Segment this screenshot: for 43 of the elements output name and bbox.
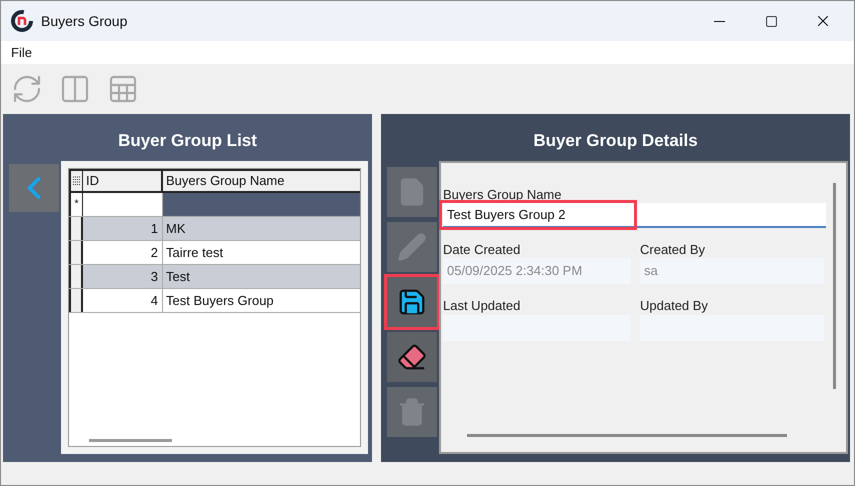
save-button[interactable] xyxy=(387,277,437,327)
app-logo-icon xyxy=(11,10,33,32)
table-cell-text: Tairre test xyxy=(165,244,224,262)
eraser-button[interactable] xyxy=(387,332,437,382)
field-label: Last Updated xyxy=(443,297,520,315)
table-cell: 4 xyxy=(83,289,163,312)
table-cell-text: Test xyxy=(165,268,191,286)
panel-title: Buyer Group Details xyxy=(532,130,699,152)
field-label: Updated By xyxy=(640,297,708,315)
save-icon xyxy=(397,287,427,317)
row-selector[interactable] xyxy=(69,289,83,312)
menu-item[interactable]: File xyxy=(1,42,42,62)
row-selector[interactable] xyxy=(69,217,83,240)
table-cell: 1 xyxy=(83,217,163,240)
column-header[interactable]: Buyers Group Name xyxy=(163,169,360,191)
table-cell-text: MK xyxy=(165,220,186,238)
minimize-icon xyxy=(714,20,724,22)
pencil-icon xyxy=(397,232,427,262)
table-cell: 2 xyxy=(83,241,163,264)
split-panel-icon xyxy=(59,73,91,105)
panel-title: Buyer Group List xyxy=(117,130,258,152)
name-input-field[interactable]: Test Buyers Group 2 xyxy=(443,203,826,228)
field-label: Created By xyxy=(640,241,706,259)
read-only-field: 05/09/2025 2:34:30 PM xyxy=(443,258,631,284)
row-selector[interactable] xyxy=(69,265,83,288)
table-cell-text: Test Buyers Group xyxy=(165,292,275,310)
spreadsheet-icon xyxy=(107,73,139,105)
field-label: Date Created xyxy=(443,241,520,259)
refresh-icon xyxy=(11,73,43,105)
window-title: Buyers Group xyxy=(41,12,128,31)
column-header[interactable]: ID xyxy=(83,169,163,191)
row-selector[interactable] xyxy=(69,241,83,264)
trash-icon xyxy=(397,397,427,427)
back-button[interactable] xyxy=(9,164,59,212)
read-only-field: sa xyxy=(640,258,824,284)
list-icon xyxy=(73,176,80,186)
table-cell: 3 xyxy=(83,265,163,288)
horizontal-scrollbar[interactable] xyxy=(89,439,172,442)
maximize-icon xyxy=(764,14,778,28)
horizontal-scrollbar[interactable] xyxy=(467,434,787,437)
eraser-icon xyxy=(397,342,427,372)
field-label: Buyers Group Name xyxy=(443,186,562,204)
vertical-scrollbar[interactable] xyxy=(833,183,836,389)
